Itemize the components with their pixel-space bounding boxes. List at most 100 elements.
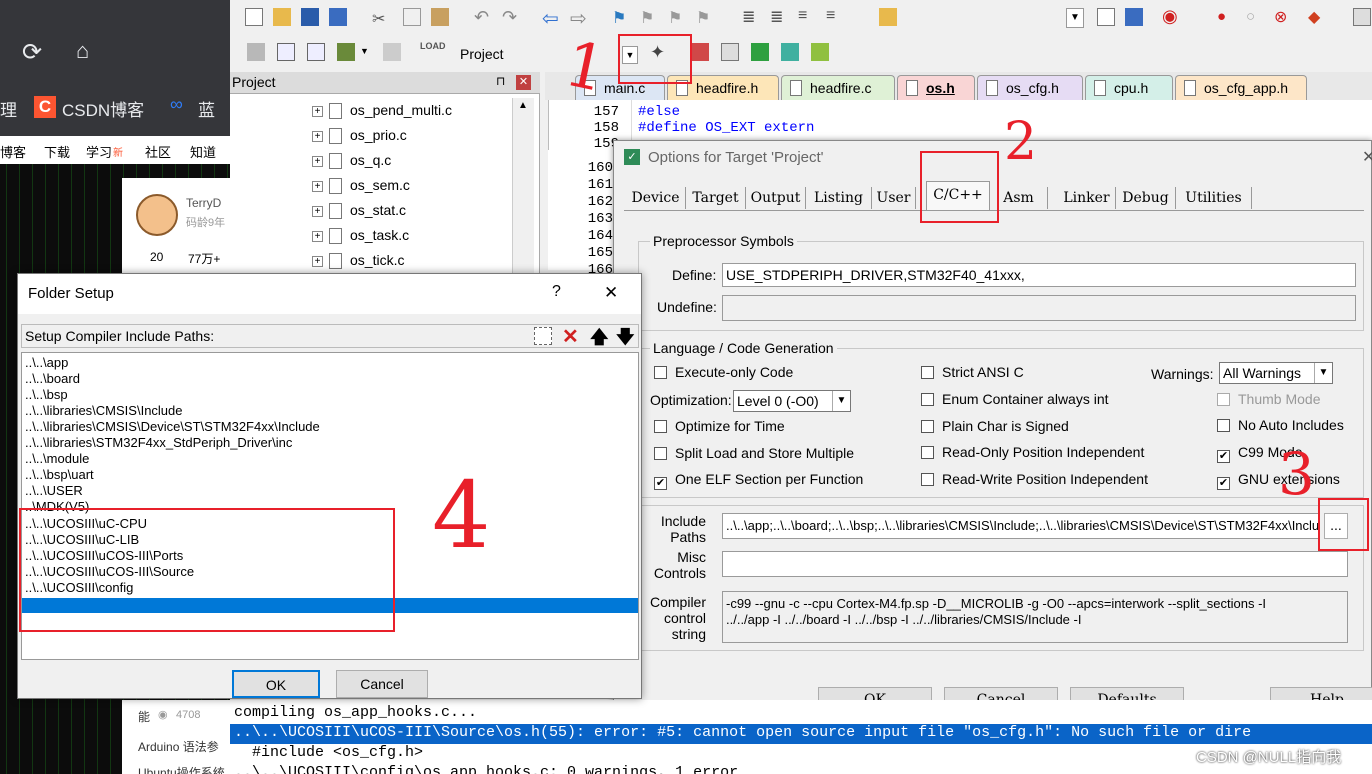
- no-auto-includes-checkbox[interactable]: No Auto Includes: [1217, 416, 1344, 434]
- unindent-icon[interactable]: ≣: [770, 7, 783, 27]
- nav-learn[interactable]: 学习: [86, 142, 112, 161]
- tab-device[interactable]: Device: [626, 187, 686, 209]
- chevron-down-icon[interactable]: ▼: [832, 391, 850, 411]
- define-input[interactable]: USE_STDPERIPH_DRIVER,STM32F40_41xxx,: [722, 263, 1356, 287]
- ro-position-checkbox[interactable]: Read-Only Position Independent: [921, 443, 1144, 461]
- tab-debug[interactable]: Debug: [1116, 187, 1176, 209]
- breakpoint-disable-icon[interactable]: ○: [1246, 8, 1255, 25]
- project-scrollbar[interactable]: ▲: [512, 98, 534, 274]
- list-item[interactable]: ..\..\app: [25, 355, 68, 371]
- checkbox-icon[interactable]: [921, 393, 934, 406]
- breakpoint-icon[interactable]: ●: [1217, 8, 1226, 25]
- avatar[interactable]: [136, 194, 178, 236]
- cut-icon[interactable]: ✂: [372, 9, 385, 29]
- ok-button[interactable]: OK: [232, 670, 320, 698]
- checkbox-icon[interactable]: [921, 473, 934, 486]
- list-item[interactable]: ..\..\bsp\uart: [25, 467, 94, 483]
- download-icon[interactable]: LOAD: [420, 41, 446, 51]
- copy-icon[interactable]: [403, 8, 421, 26]
- bookmark-clear-icon[interactable]: ⚑: [696, 8, 710, 28]
- translate-icon[interactable]: [247, 43, 265, 61]
- manage-project-icon[interactable]: [691, 43, 709, 61]
- list-item[interactable]: ..\..\libraries\CMSIS\Device\ST\STM32F4x…: [25, 419, 320, 435]
- tab-headfire-c[interactable]: headfire.c: [781, 75, 895, 100]
- nav-download[interactable]: 下载: [44, 142, 70, 161]
- list-item[interactable]: Arduino 语法参: [138, 738, 219, 755]
- breakpoint-kill-icon[interactable]: ⊗: [1274, 7, 1287, 27]
- tab-os-h[interactable]: os.h: [897, 75, 975, 100]
- one-elf-checkbox[interactable]: ✔ One ELF Section per Function: [654, 470, 863, 490]
- list-item[interactable]: ..\..\module: [25, 451, 89, 467]
- expand-icon[interactable]: +: [312, 105, 323, 117]
- author-name[interactable]: TerryD: [186, 196, 221, 210]
- chevron-down-icon[interactable]: ▼: [1314, 363, 1332, 383]
- execute-only-checkbox[interactable]: Execute-only Code: [654, 363, 793, 381]
- tree-item[interactable]: + os_stat.c: [312, 198, 406, 222]
- checkbox-checked-icon[interactable]: ✔: [1217, 477, 1230, 490]
- target-select[interactable]: Project: [460, 46, 504, 62]
- batch-build-icon[interactable]: [337, 43, 355, 61]
- manage-rte-icon[interactable]: [751, 43, 769, 61]
- configure-icon[interactable]: [1353, 8, 1371, 26]
- bookmark-icon[interactable]: ⚑: [612, 8, 626, 28]
- new-folder-icon[interactable]: [534, 327, 552, 345]
- list-item[interactable]: Ubuntu操作系统: [138, 764, 225, 774]
- include-paths-input[interactable]: ..\..\app;..\..\board;..\..\bsp;..\..\li…: [722, 513, 1320, 539]
- expand-icon[interactable]: +: [312, 255, 323, 267]
- expand-icon[interactable]: +: [312, 180, 323, 192]
- checkbox-checked-icon[interactable]: ✔: [1217, 450, 1230, 463]
- tab-utilities[interactable]: Utilities: [1176, 187, 1252, 209]
- redo-icon[interactable]: ↷: [502, 7, 517, 28]
- dropdown-arrow-icon[interactable]: ▼: [360, 46, 369, 56]
- list-item[interactable]: ..\..\libraries\CMSIS\Include: [25, 403, 183, 419]
- bookmark-item[interactable]: 理: [0, 96, 17, 121]
- enum-container-checkbox[interactable]: Enum Container always int: [921, 390, 1109, 408]
- rw-position-checkbox[interactable]: Read-Write Position Independent: [921, 470, 1148, 488]
- save-icon[interactable]: [301, 8, 319, 26]
- tree-item[interactable]: + os_tick.c: [312, 248, 404, 272]
- checkbox-icon[interactable]: [654, 447, 667, 460]
- bookmark-next-icon[interactable]: ⚑: [668, 8, 682, 28]
- new-file-icon[interactable]: [245, 8, 263, 26]
- find-in-files-icon[interactable]: [879, 8, 897, 26]
- move-up-icon[interactable]: 🡅: [590, 325, 609, 355]
- cancel-button[interactable]: Cancel: [336, 670, 428, 698]
- help-icon[interactable]: ?: [552, 283, 561, 301]
- open-folder-icon[interactable]: [273, 8, 291, 26]
- warnings-select[interactable]: All Warnings ▼: [1219, 362, 1333, 384]
- close-icon[interactable]: ✕: [604, 283, 618, 303]
- checkbox-checked-icon[interactable]: ✔: [654, 477, 667, 490]
- tree-item[interactable]: + os_prio.c: [312, 123, 407, 147]
- build-error-line[interactable]: ..\..\UCOSIII\uCOS-III\Source\os.h(55): …: [230, 724, 1372, 744]
- build-icon[interactable]: [277, 43, 295, 61]
- reload-icon[interactable]: ⟳: [22, 38, 42, 67]
- list-item[interactable]: ..\..\board: [25, 371, 80, 387]
- list-item[interactable]: ..\..\bsp: [25, 387, 68, 403]
- home-icon[interactable]: ⌂: [76, 38, 89, 64]
- list-item[interactable]: ..\..\USER: [25, 483, 83, 499]
- list-item[interactable]: ..\..\libraries\STM32F4xx_StdPeriph_Driv…: [25, 435, 292, 451]
- rebuild-icon[interactable]: [307, 43, 325, 61]
- undo-icon[interactable]: ↶: [474, 7, 489, 28]
- back-icon[interactable]: ⇦: [542, 6, 559, 31]
- dropdown-arrow-icon[interactable]: ▼: [1066, 8, 1084, 28]
- thumb-mode-checkbox[interactable]: Thumb Mode: [1217, 390, 1320, 408]
- undefine-input[interactable]: [722, 295, 1356, 321]
- bookmark-csdn[interactable]: CSDN博客: [62, 96, 144, 121]
- checkbox-icon[interactable]: [921, 366, 934, 379]
- tree-item[interactable]: + os_sem.c: [312, 173, 410, 197]
- expand-icon[interactable]: +: [312, 230, 323, 242]
- pin-icon[interactable]: ⊓: [496, 74, 505, 88]
- checkbox-icon[interactable]: [921, 446, 934, 459]
- window-icon[interactable]: ◆: [1308, 7, 1320, 27]
- stop-build-icon[interactable]: [383, 43, 401, 61]
- tab-listing[interactable]: Listing: [806, 187, 872, 209]
- close-icon[interactable]: ✕: [516, 75, 531, 90]
- expand-icon[interactable]: +: [312, 130, 323, 142]
- tree-item[interactable]: + os_q.c: [312, 148, 391, 172]
- checkbox-icon[interactable]: [654, 366, 667, 379]
- bookmark-item[interactable]: 蓝: [198, 96, 215, 121]
- tab-user[interactable]: User: [872, 187, 916, 209]
- tab-linker[interactable]: Linker: [1058, 187, 1116, 209]
- bookmark-prev-icon[interactable]: ⚑: [640, 8, 654, 28]
